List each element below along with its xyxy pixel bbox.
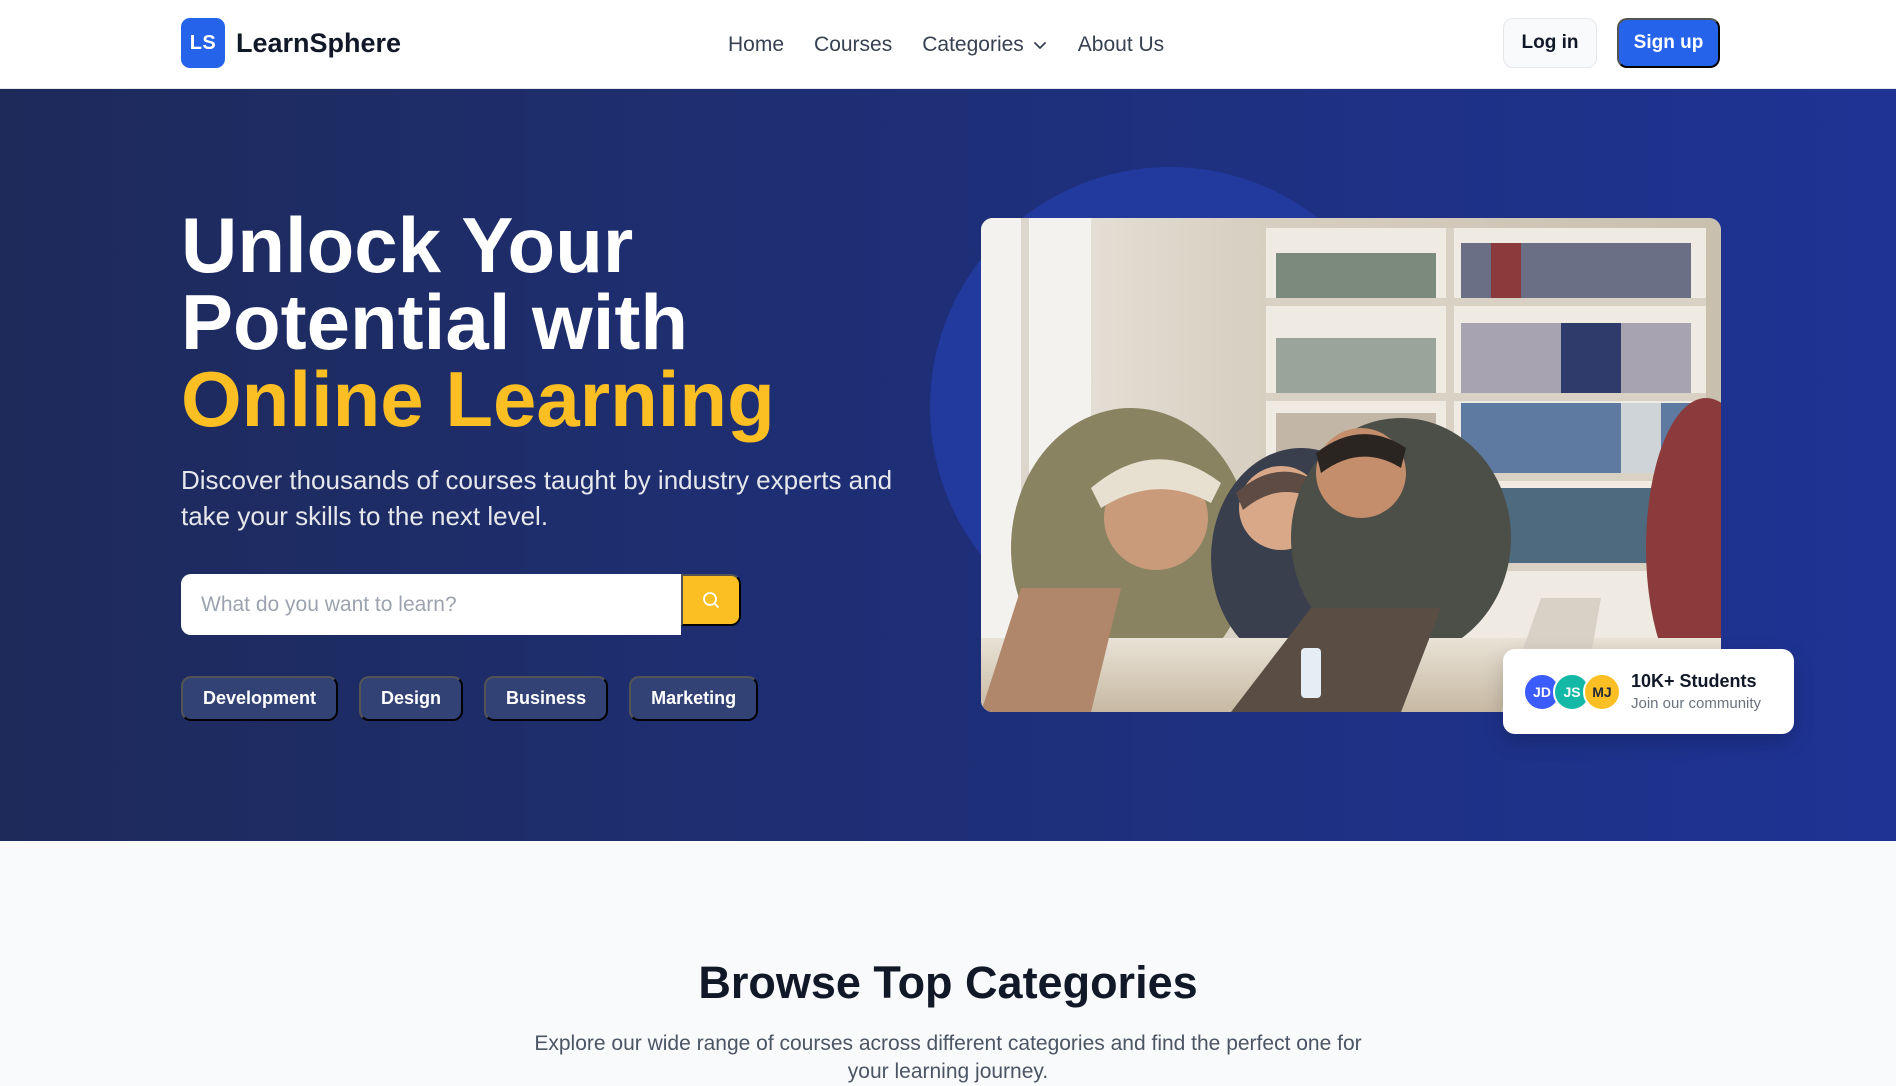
- chip-design[interactable]: Design: [359, 676, 464, 721]
- categories-title: Browse Top Categories: [698, 957, 1198, 1008]
- avatar: MJ: [1583, 672, 1621, 711]
- chip-development[interactable]: Development: [181, 676, 339, 721]
- search-button[interactable]: [681, 574, 741, 626]
- search-bar: [181, 574, 741, 635]
- hero-section: Unlock Your Potential with Online Learni…: [0, 89, 1896, 841]
- chip-marketing[interactable]: Marketing: [629, 676, 759, 721]
- nav-categories-label: Categories: [922, 32, 1024, 56]
- chip-business[interactable]: Business: [484, 676, 609, 721]
- hero-image: [981, 218, 1721, 712]
- logo-badge: LS: [181, 18, 225, 68]
- hero-title-accent: Online Learning: [181, 355, 775, 443]
- avatar-group: JD JS MJ: [1523, 672, 1621, 711]
- stats-subtitle: Join our community: [1631, 695, 1762, 712]
- nav-courses[interactable]: Courses: [814, 33, 892, 57]
- logo[interactable]: LS LearnSphere: [181, 18, 401, 68]
- main-nav: Home Courses Categories About Us: [728, 0, 1194, 89]
- hero-subtitle: Discover thousands of courses taught by …: [181, 465, 893, 531]
- students-photo-illustration: [981, 218, 1721, 712]
- nav-home[interactable]: Home: [728, 33, 784, 57]
- chevron-down-icon: [1033, 41, 1046, 49]
- categories-subtitle: Explore our wide range of courses across…: [534, 1032, 1362, 1083]
- hero-title-line2: Potential with: [181, 278, 688, 366]
- category-chips: Development Design Business Marketing: [181, 676, 779, 721]
- stats-text: 10K+ Students Join our community: [1631, 671, 1761, 712]
- students-stats-card: JD JS MJ 10K+ Students Join our communit…: [1503, 649, 1794, 734]
- nav-about[interactable]: About Us: [1078, 33, 1164, 57]
- nav-categories[interactable]: Categories: [922, 33, 1048, 57]
- signup-button[interactable]: Sign up: [1617, 18, 1720, 68]
- login-button[interactable]: Log in: [1503, 18, 1597, 68]
- hero-title-line1: Unlock Your: [181, 201, 634, 289]
- stats-title: 10K+ Students: [1631, 671, 1757, 691]
- search-input[interactable]: [181, 574, 681, 635]
- navbar: LS LearnSphere Home Courses Categories A…: [0, 0, 1896, 89]
- hero-title: Unlock Your Potential with Online Learni…: [181, 206, 901, 438]
- brand-name: LearnSphere: [236, 27, 402, 58]
- search-icon: [703, 592, 719, 608]
